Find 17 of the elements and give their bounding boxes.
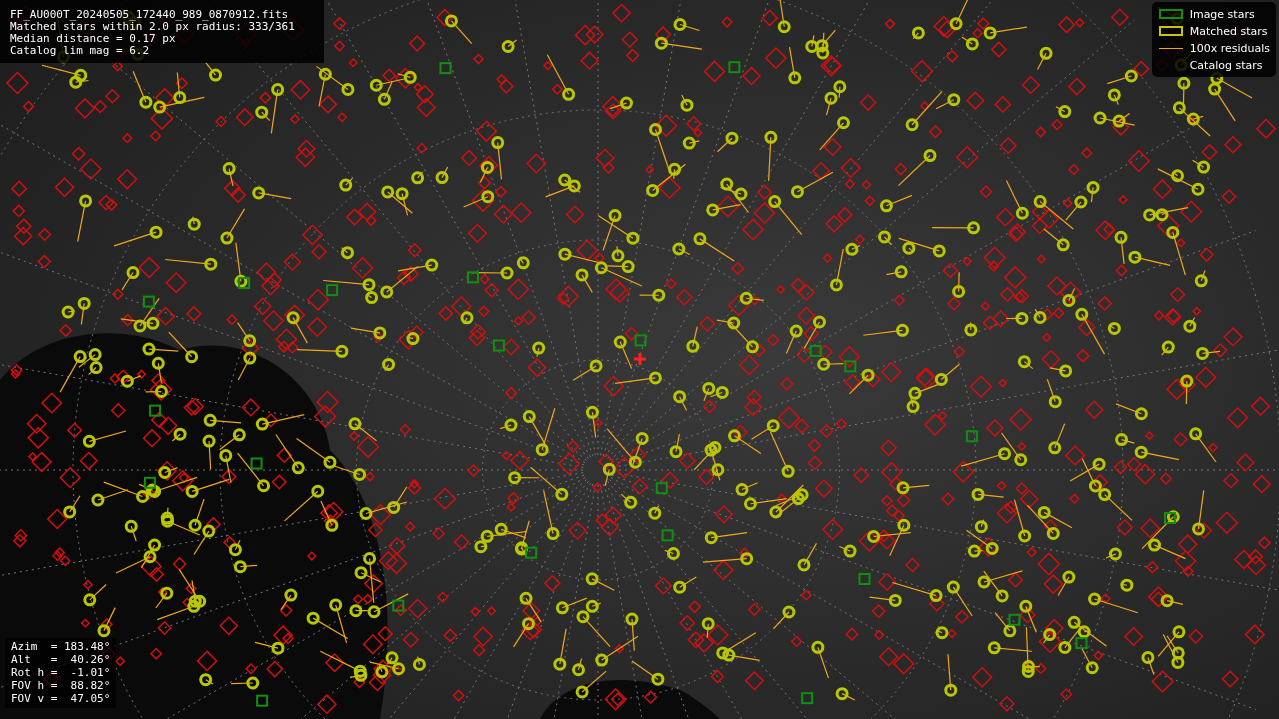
center-cross-icon [632, 351, 648, 367]
info-text: Median distance = 0.17 px [10, 33, 176, 45]
pointing-text: FOV h = 88.82° [11, 680, 111, 692]
pointing-text: FOV v = 47.05° [11, 693, 111, 705]
legend-label: Matched stars [1189, 24, 1268, 38]
info-text: FF_AU000T_20240505_172440_989_0870912.fits [10, 9, 289, 21]
pointing-text: Rot h = -1.01° [11, 667, 111, 679]
image-star-swatch-icon [1158, 9, 1183, 19]
matched-star-swatch-icon [1158, 26, 1183, 36]
pointing-text: Alt = 40.26° [11, 654, 111, 666]
info-text: Matched stars within 2.0 px radius: 333/361 [10, 21, 295, 33]
legend-label: 100x residuals [1189, 41, 1270, 55]
legend-label: Catalog stars [1189, 58, 1263, 72]
residual-line-swatch-icon [1158, 47, 1183, 49]
legend-label: Image stars [1189, 7, 1255, 21]
info-text: Catalog lim mag = 6.2 [10, 45, 150, 57]
pointing-text: Azim = 183.48° [11, 641, 111, 653]
